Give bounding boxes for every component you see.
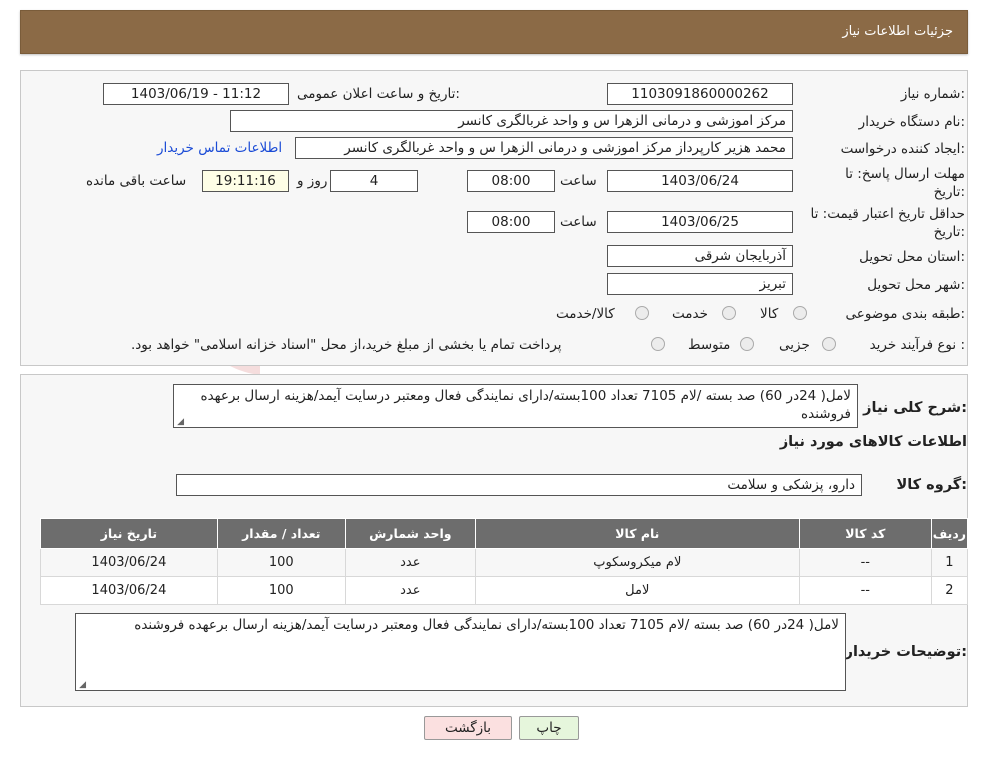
col-header-need-date: تاریخ نیاز: [40, 518, 218, 549]
cell-need-date: 1403/06/24: [40, 576, 218, 605]
validity-date-field: 1403/06/25: [607, 211, 793, 233]
buyer-notes-text: لامل( 24در 60) صد بسته /لام 7105 تعداد 1…: [134, 617, 839, 633]
cell-goods-name: لام میکروسکوپ: [474, 548, 800, 577]
process-radio-minor[interactable]: [822, 337, 836, 351]
cell-row-number: 2: [930, 576, 969, 605]
price-validity-label: حداقل تاریخ اعتبار قیمت: تا: [810, 206, 965, 222]
announce-datetime-field: 1403/06/19 - 11:12: [103, 83, 289, 105]
summary-textarea[interactable]: لامل( 24در 60) صد بسته /لام 7105 تعداد 1…: [173, 384, 858, 428]
print-button[interactable]: چاپ: [519, 716, 579, 740]
goods-group-label: گروه کالا:: [896, 477, 967, 493]
validity-time-field: 08:00: [467, 211, 555, 233]
page-title: جزئیات اطلاعات نیاز: [842, 24, 953, 39]
buyer-notes-label: توضیحات خریدار:: [844, 644, 967, 660]
cell-unit: عدد: [344, 576, 476, 605]
category-radio-service[interactable]: [722, 306, 736, 320]
col-header-unit: واحد شمارش: [344, 518, 476, 549]
buyer-org-label: نام دستگاه خریدار:: [858, 114, 965, 130]
reply-date-field: 1403/06/24: [607, 170, 793, 192]
process-option-minor: جزیی: [779, 337, 810, 353]
remaining-time-field: 19:11:16: [202, 170, 289, 192]
need-number-field: 1103091860000262: [607, 83, 793, 105]
cell-unit: عدد: [344, 548, 476, 577]
remaining-time-label: ساعت باقی مانده: [86, 173, 187, 189]
cell-quantity: 100: [216, 548, 346, 577]
validity-time-label: ساعت: [560, 214, 597, 230]
city-label: شهر محل تحویل:: [867, 277, 965, 293]
goods-info-title: اطلاعات کالاهای مورد نیاز: [779, 434, 967, 450]
creator-label: ایجاد کننده درخواست:: [840, 141, 965, 157]
process-label: نوع فرآیند خرید :: [869, 337, 965, 353]
creator-field: محمد هزیر کارپرداز مرکز اموزشی و درمانی …: [295, 137, 793, 159]
summary-text: لامل( 24در 60) صد بسته /لام 7105 تعداد 1…: [200, 388, 852, 422]
cell-quantity: 100: [216, 576, 346, 605]
col-header-goods-code: کد کالا: [798, 518, 932, 549]
resize-grip-icon[interactable]: ◢: [176, 418, 184, 427]
price-validity-label-2: تاریخ:: [933, 224, 965, 240]
col-header-goods-name: نام کالا: [474, 518, 800, 549]
need-number-label: شماره نیاز:: [900, 86, 965, 102]
province-label: استان محل تحویل:: [859, 249, 965, 265]
table-row: 1 -- لام میکروسکوپ عدد 100 1403/06/24: [40, 548, 969, 577]
buyer-org-field: مرکز اموزشی و درمانی الزهرا س و واحد غرب…: [230, 110, 793, 132]
category-label: طبقه بندی موضوعی:: [845, 306, 965, 322]
category-radio-goods[interactable]: [793, 306, 807, 320]
items-table: ردیف کد کالا نام کالا واحد شمارش تعداد /…: [40, 518, 969, 605]
buyer-contact-link[interactable]: اطلاعات تماس خریدار: [157, 140, 282, 156]
col-header-quantity: تعداد / مقدار: [216, 518, 346, 549]
reply-time-field: 08:00: [467, 170, 555, 192]
buyer-notes-textarea[interactable]: لامل( 24در 60) صد بسته /لام 7105 تعداد 1…: [75, 613, 846, 691]
back-button[interactable]: بازگشت: [424, 716, 512, 740]
province-field: آذربایجان شرقی: [607, 245, 793, 267]
items-table-wrapper: ردیف کد کالا نام کالا واحد شمارش تعداد /…: [40, 518, 969, 605]
process-note: پرداخت تمام یا بخشی از مبلغ خرید،از محل …: [131, 337, 562, 353]
table-header-row: ردیف کد کالا نام کالا واحد شمارش تعداد /…: [40, 518, 969, 549]
table-row: 2 -- لامل عدد 100 1403/06/24: [40, 576, 969, 605]
reply-deadline-label-2: تاریخ:: [933, 184, 965, 200]
cell-goods-code: --: [798, 548, 932, 577]
category-radio-goods-service[interactable]: [635, 306, 649, 320]
page-header: جزئیات اطلاعات نیاز: [20, 10, 968, 54]
cell-goods-code: --: [798, 576, 932, 605]
reply-deadline-label: مهلت ارسال پاسخ: تا: [845, 166, 965, 182]
process-radio-medium[interactable]: [740, 337, 754, 351]
category-option-service: خدمت: [672, 306, 708, 322]
category-option-goods-service: کالا/خدمت: [556, 306, 615, 322]
summary-label: شرح کلی نیاز:: [863, 400, 967, 416]
goods-group-field: دارو، پزشکی و سلامت: [176, 474, 862, 496]
days-label: روز و: [297, 173, 328, 189]
reply-time-label: ساعت: [560, 173, 597, 189]
days-remaining-field: 4: [330, 170, 418, 192]
process-radio-treasury[interactable]: [651, 337, 665, 351]
city-field: تبریز: [607, 273, 793, 295]
col-header-row-number: ردیف: [930, 518, 969, 549]
resize-grip-icon[interactable]: ◢: [78, 681, 86, 690]
cell-goods-name: لامل: [474, 576, 800, 605]
cell-need-date: 1403/06/24: [40, 548, 218, 577]
process-option-medium: متوسط: [688, 337, 731, 353]
announce-datetime-label: تاریخ و ساعت اعلان عمومی:: [297, 86, 460, 102]
cell-row-number: 1: [930, 548, 969, 577]
category-option-goods: کالا: [760, 306, 779, 322]
